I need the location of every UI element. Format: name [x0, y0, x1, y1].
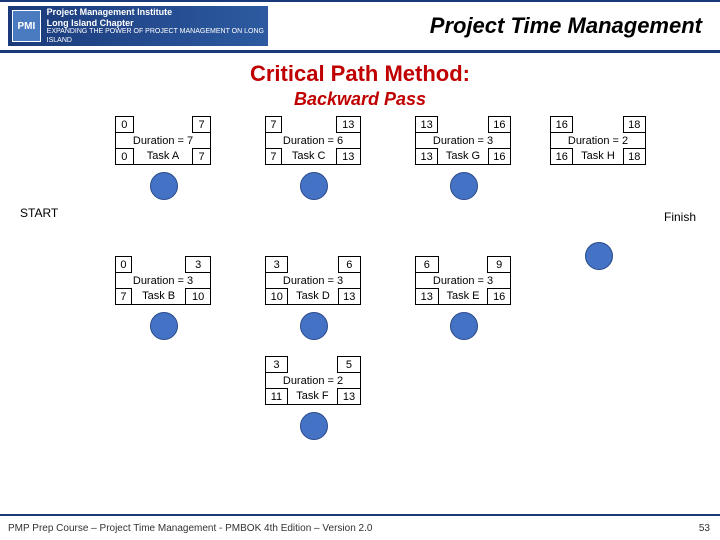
task-a-es: 0 — [116, 117, 134, 133]
task-a-dur: Duration = 7 — [116, 133, 211, 149]
task-b-ef: 3 — [186, 257, 211, 273]
page-title: Project Time Management — [268, 13, 712, 39]
task-c-name: Task C — [281, 149, 336, 165]
logo-text: Project Management Institute Long Island… — [47, 7, 264, 45]
task-d-lf: 13 — [338, 289, 360, 305]
logo-chapter: Long Island Chapter — [47, 18, 264, 29]
pmi-logo: PMI Project Management Institute Long Is… — [8, 6, 268, 46]
logo-badge-icon: PMI — [12, 10, 41, 42]
node-dot-c — [300, 172, 328, 200]
task-a: 07 Duration = 7 0Task A7 — [115, 116, 211, 165]
task-g-ef: 16 — [488, 117, 510, 133]
task-e-dur: Duration = 3 — [416, 273, 511, 289]
task-g: 1316 Duration = 3 13Task G16 — [415, 116, 511, 165]
footer-text: PMP Prep Course – Project Time Managemen… — [8, 523, 372, 534]
node-dot-b — [150, 312, 178, 340]
task-e-es: 6 — [416, 257, 439, 273]
task-h-ef: 18 — [623, 117, 645, 133]
task-g-dur: Duration = 3 — [416, 133, 511, 149]
task-h-name: Task H — [573, 149, 623, 165]
task-e-ls: 13 — [416, 289, 439, 305]
subtitle: Critical Path Method: — [0, 61, 720, 87]
page-number: 53 — [699, 523, 710, 534]
task-g-name: Task G — [438, 149, 489, 165]
task-c-es: 7 — [266, 117, 282, 133]
finish-label: Finish — [664, 210, 696, 224]
task-d-ef: 6 — [338, 257, 360, 273]
task-g-lf: 16 — [488, 149, 510, 165]
task-h-es: 16 — [551, 117, 573, 133]
subtitle-2: Backward Pass — [0, 89, 720, 110]
logo-tagline: EXPANDING THE POWER OF PROJECT MANAGEMEN… — [47, 28, 264, 45]
task-c-ef: 13 — [336, 117, 360, 133]
task-b-lf: 10 — [186, 289, 211, 305]
task-f-name: Task F — [287, 389, 337, 405]
node-dot-d — [300, 312, 328, 340]
task-c-ls: 7 — [266, 149, 282, 165]
node-dot-g — [450, 172, 478, 200]
task-a-name: Task A — [133, 149, 193, 165]
task-b-es: 0 — [116, 257, 132, 273]
header: PMI Project Management Institute Long Is… — [0, 0, 720, 53]
footer-divider — [0, 514, 720, 516]
task-e-name: Task E — [438, 289, 488, 305]
task-f-lf: 13 — [337, 389, 360, 405]
task-f-ls: 11 — [266, 389, 288, 405]
task-b-dur: Duration = 3 — [116, 273, 211, 289]
node-dot-h — [585, 242, 613, 270]
task-f-ef: 5 — [337, 357, 360, 373]
task-e-ef: 9 — [488, 257, 511, 273]
task-a-ef: 7 — [193, 117, 211, 133]
task-d-name: Task D — [288, 289, 338, 305]
network-diagram: START Finish 07 Duration = 7 0Task A7 71… — [10, 116, 710, 456]
task-c: 713 Duration = 6 7Task C13 — [265, 116, 361, 165]
task-b-name: Task B — [131, 289, 185, 305]
task-h-ls: 16 — [551, 149, 573, 165]
task-a-lf: 7 — [193, 149, 211, 165]
node-dot-f — [300, 412, 328, 440]
task-g-es: 13 — [416, 117, 438, 133]
task-c-lf: 13 — [336, 149, 360, 165]
node-dot-e — [450, 312, 478, 340]
task-h-dur: Duration = 2 — [551, 133, 646, 149]
task-d: 3 6 Duration = 3 10Task D13 — [265, 256, 361, 305]
task-f: 3 5 Duration = 2 11Task F13 — [265, 356, 361, 405]
task-f-dur: Duration = 2 — [266, 373, 361, 389]
task-f-es: 3 — [266, 357, 288, 373]
task-c-dur: Duration = 6 — [266, 133, 361, 149]
logo-org: Project Management Institute — [47, 7, 264, 18]
task-b: 0 3 Duration = 3 7Task B10 — [115, 256, 211, 305]
task-a-ls: 0 — [116, 149, 134, 165]
task-b-ls: 7 — [116, 289, 132, 305]
task-e: 6 9 Duration = 3 13Task E16 — [415, 256, 511, 305]
task-d-ls: 10 — [266, 289, 288, 305]
task-g-ls: 13 — [416, 149, 438, 165]
task-d-es: 3 — [266, 257, 288, 273]
task-e-lf: 16 — [488, 289, 511, 305]
node-dot-a — [150, 172, 178, 200]
task-h: 16 18 Duration = 2 16Task H18 — [550, 116, 646, 165]
start-label: START — [20, 206, 58, 220]
task-h-lf: 18 — [623, 149, 645, 165]
task-d-dur: Duration = 3 — [266, 273, 361, 289]
